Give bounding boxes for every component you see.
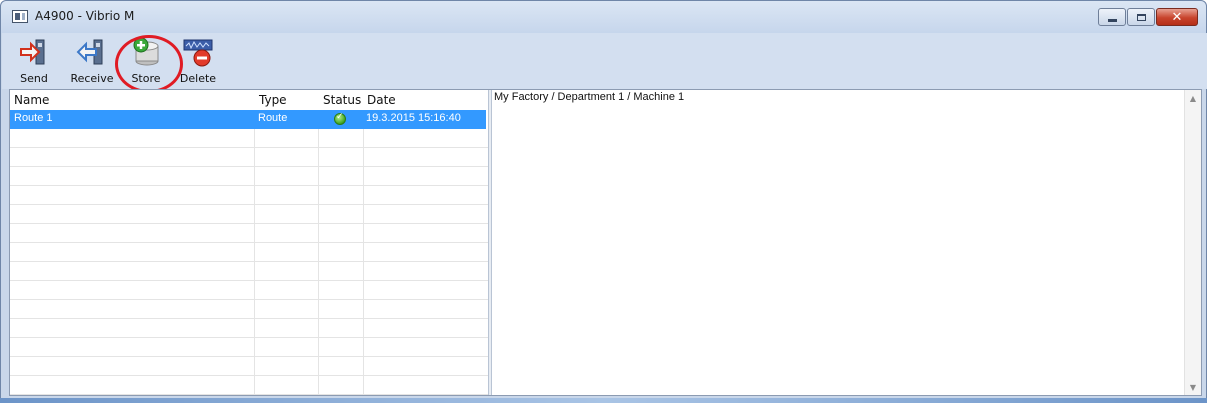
taskbar-edge	[0, 398, 1207, 403]
send-button[interactable]: Send	[12, 35, 56, 87]
send-label: Send	[20, 72, 48, 85]
close-icon: ✕	[1171, 9, 1183, 25]
scroll-up-icon[interactable]: ▲	[1185, 90, 1201, 106]
highlight-ring-annotation	[115, 35, 183, 93]
toolbar: Send Receive Store Delete	[2, 33, 1207, 93]
receive-label: Receive	[70, 72, 114, 85]
receive-button[interactable]: Receive	[66, 35, 118, 87]
title-bar[interactable]: A4900 - Vibrio M ✕	[1, 1, 1206, 33]
column-header-type[interactable]: Type	[259, 93, 287, 107]
receive-arrow-icon	[76, 39, 103, 65]
table-row[interactable]: Route 1 Route 19.3.2015 15:16:40	[10, 110, 486, 129]
empty-row	[10, 300, 488, 319]
minimize-icon	[1099, 9, 1125, 25]
delete-icon	[183, 39, 213, 67]
window-controls: ✕	[1098, 8, 1198, 26]
status-ok-icon	[334, 112, 346, 125]
column-header-name[interactable]: Name	[14, 93, 49, 107]
column-header-row: Name Type Status Date	[10, 90, 488, 110]
empty-row	[10, 205, 488, 224]
row-name: Route 1	[14, 112, 53, 124]
scroll-down-icon[interactable]: ▼	[1185, 379, 1201, 395]
routes-list[interactable]: Name Type Status Date Route 1 Route ✓ 19…	[10, 90, 488, 395]
empty-row	[10, 338, 488, 357]
empty-row	[10, 262, 488, 281]
window-title: A4900 - Vibrio M	[35, 9, 135, 23]
row-date: 19.3.2015 15:16:40	[366, 112, 461, 124]
minimize-button[interactable]	[1098, 8, 1126, 26]
close-button[interactable]: ✕	[1156, 8, 1198, 26]
vertical-scrollbar[interactable]: ▲ ▼	[1184, 90, 1201, 395]
empty-row	[10, 376, 488, 395]
empty-row	[10, 357, 488, 376]
empty-row	[10, 224, 488, 243]
empty-row	[10, 243, 488, 262]
app-window: A4900 - Vibrio M ✕ Send Receive Store De…	[0, 0, 1207, 400]
empty-row	[10, 281, 488, 300]
empty-row	[10, 148, 488, 167]
app-icon[interactable]	[12, 10, 28, 23]
column-header-status[interactable]: Status	[323, 93, 361, 107]
column-header-date[interactable]: Date	[367, 93, 396, 107]
location-path: My Factory / Department 1 / Machine 1	[494, 91, 685, 103]
maximize-icon	[1128, 9, 1154, 25]
empty-row	[10, 319, 488, 338]
delete-label: Delete	[179, 72, 217, 85]
empty-row	[10, 129, 488, 148]
send-arrow-icon	[20, 39, 45, 65]
detail-pane: My Factory / Department 1 / Machine 1	[492, 90, 1192, 395]
empty-row	[10, 186, 488, 205]
empty-row	[10, 167, 488, 186]
content-area: Name Type Status Date Route 1 Route ✓ 19…	[9, 89, 1202, 396]
row-type: Route	[258, 112, 288, 124]
maximize-button[interactable]	[1127, 8, 1155, 26]
